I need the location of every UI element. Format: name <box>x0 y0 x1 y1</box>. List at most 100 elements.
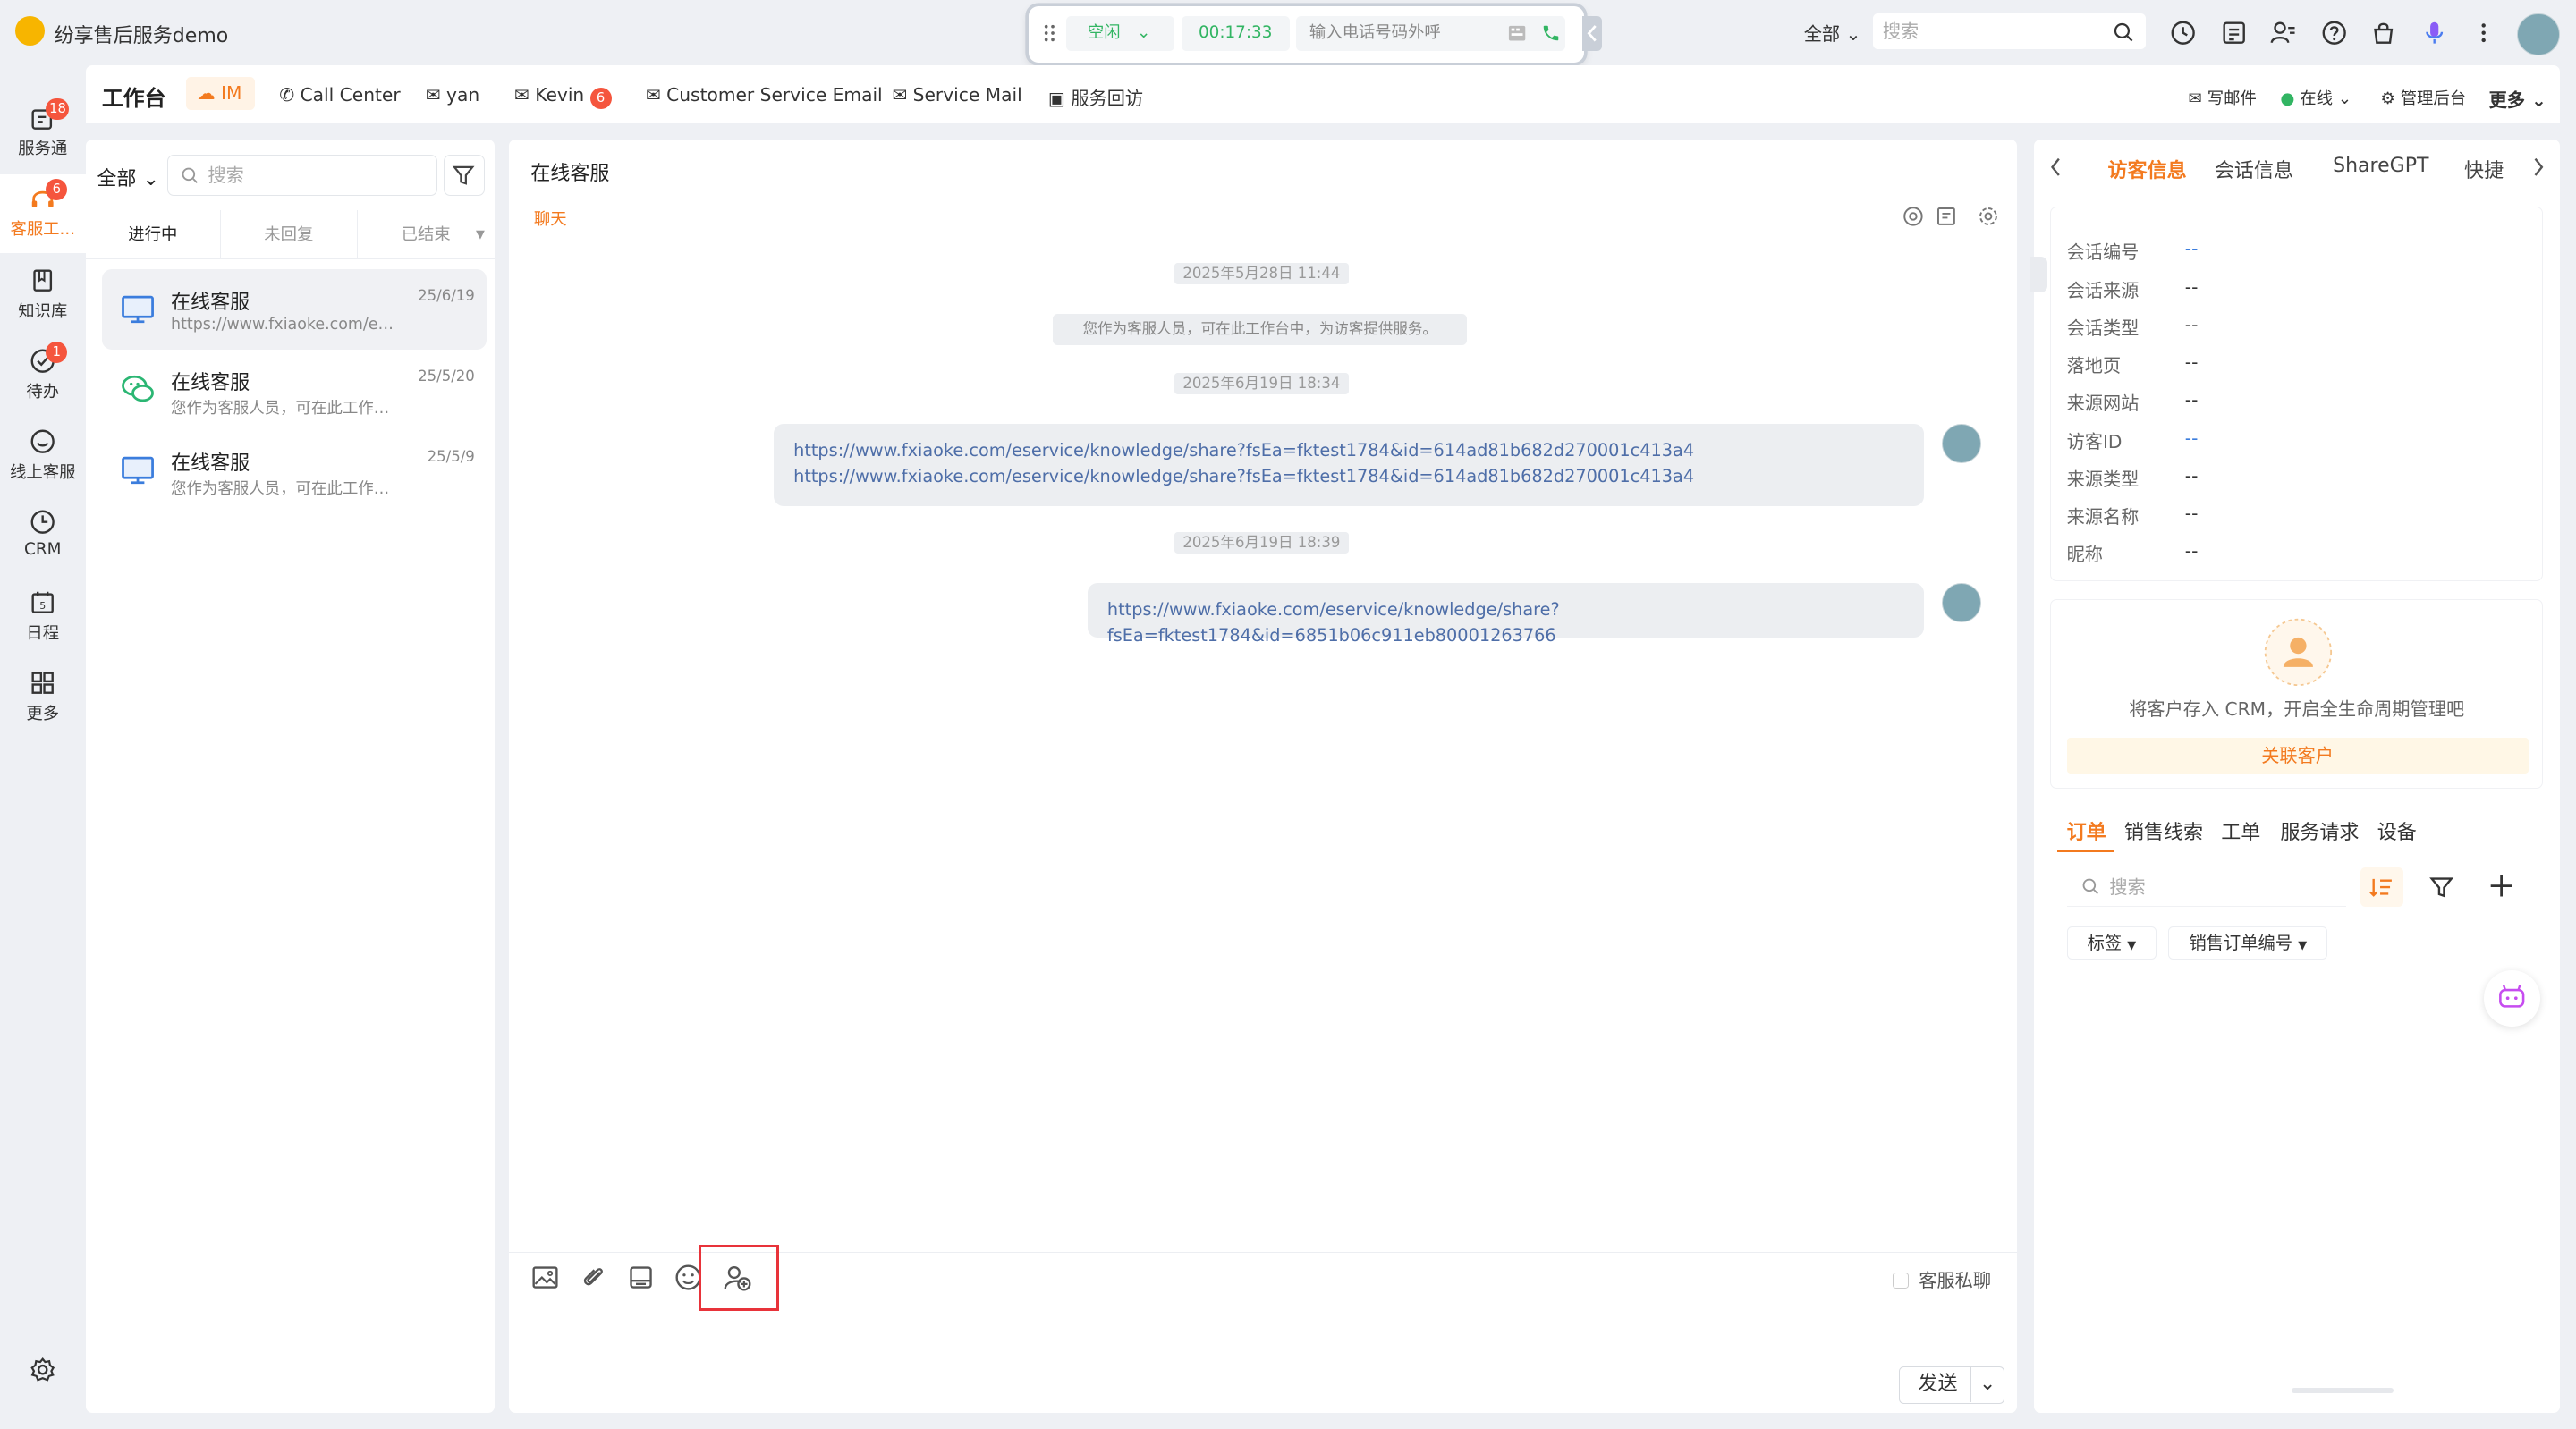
sidebar-item-online-service[interactable]: 线上客服 <box>0 428 86 483</box>
conversation-item[interactable]: 在线客服 25/6/19 https://www.fxiaoke.com/ese… <box>101 269 487 351</box>
scrollbar[interactable] <box>2292 1388 2394 1393</box>
smile-face-icon[interactable] <box>1902 206 1924 227</box>
message-link[interactable]: https://www.fxiaoke.com/eservice/knowled… <box>793 437 1904 463</box>
tab-sharegpt[interactable]: ShareGPT <box>2333 155 2428 177</box>
collapse-handle[interactable] <box>2030 256 2047 292</box>
chevron-down-icon: ⌄ <box>2531 89 2546 111</box>
active-tab-indicator <box>2056 849 2114 853</box>
checkbox-box[interactable] <box>1892 1272 1910 1289</box>
add-plus-icon[interactable] <box>2487 872 2515 900</box>
settings-gear-icon[interactable] <box>1978 206 1999 227</box>
tab-im[interactable]: ☁ IM <box>185 77 255 111</box>
user-avatar[interactable] <box>2516 13 2560 56</box>
drag-handle-icon[interactable] <box>1043 23 1056 43</box>
chevron-down-icon: ⌄ <box>1845 23 1861 46</box>
chevron-left-icon[interactable] <box>2047 156 2063 179</box>
tab-chat[interactable]: 聊天 <box>534 207 567 230</box>
global-search-input[interactable]: 搜索 <box>1872 13 2146 50</box>
message-link[interactable]: https://www.fxiaoke.com/eservice/knowled… <box>793 463 1904 489</box>
chat-bubble-icon <box>0 428 86 454</box>
message-link[interactable]: https://www.fxiaoke.com/eservice/knowled… <box>1107 596 1904 649</box>
chevron-down-icon: ⌄ <box>2337 89 2352 108</box>
conversation-item[interactable]: 在线客服 25/5/9 您作为客服人员，可在此工作台中，为访客提供服务。 <box>102 430 487 511</box>
filter-icon[interactable] <box>2428 874 2454 900</box>
message-bubble[interactable]: https://www.fxiaoke.com/eservice/knowled… <box>774 423 1924 506</box>
microphone-icon[interactable] <box>2421 20 2447 46</box>
report-icon[interactable] <box>2221 20 2247 46</box>
crm-clock-icon <box>0 509 86 535</box>
settings-gear-icon[interactable] <box>30 1357 55 1382</box>
sidebar-item-knowledge[interactable]: 知识库 <box>0 267 86 322</box>
tab-quick[interactable]: 快捷 <box>2464 155 2504 183</box>
shopping-bag-icon[interactable] <box>2370 20 2396 46</box>
tag-filter-chip[interactable]: 标签 ▼ <box>2066 926 2157 960</box>
admin-console-button[interactable]: ⚙ 管理后台 <box>2380 86 2466 109</box>
contacts-icon[interactable] <box>2270 20 2296 46</box>
tab-service-revisit[interactable]: ▣ 服务回访 <box>1048 84 1143 110</box>
quick-reply-icon[interactable] <box>626 1263 656 1292</box>
tab-orders[interactable]: 订单 <box>2067 816 2106 845</box>
link-customer-button[interactable]: 关联客户 <box>2066 737 2529 774</box>
sales-order-number-chip[interactable]: 销售订单编号 ▼ <box>2168 926 2328 960</box>
send-options-chevron-icon[interactable]: ⌄ <box>1970 1367 2004 1402</box>
call-status-select[interactable]: 空闲 ⌄ <box>1066 16 1175 51</box>
phone-call-icon[interactable] <box>1541 23 1561 43</box>
conversation-preview: https://www.fxiaoke.com/eservice/knowled… <box>171 315 401 334</box>
segment-ended[interactable]: 已结束 ▼ <box>356 210 495 260</box>
tab-visitor-info[interactable]: 访客信息 <box>2107 155 2186 183</box>
search-icon <box>2081 877 2099 895</box>
caret-down-icon: ▼ <box>2298 938 2308 952</box>
order-search-input[interactable]: 搜索 <box>2066 867 2346 907</box>
tab-service-requests[interactable]: 服务请求 <box>2280 816 2359 845</box>
field-label: 访客ID <box>2066 430 2123 452</box>
sidebar-item-more[interactable]: 更多 <box>0 670 86 724</box>
tab-session-info[interactable]: 会话信息 <box>2215 155 2293 183</box>
conversation-item[interactable]: 在线客服 25/5/20 您作为客服人员，可在此工作台中，为访客提供服务。 <box>102 350 487 430</box>
conversation-name: 在线客服 <box>171 291 250 314</box>
app-logo-icon <box>14 16 45 47</box>
sidebar-item-calendar[interactable]: 5 日程 <box>0 589 86 644</box>
help-icon[interactable] <box>2321 20 2347 46</box>
tab-devices[interactable]: 设备 <box>2377 816 2417 845</box>
search-icon[interactable] <box>2113 21 2134 43</box>
more-vertical-icon[interactable] <box>2470 20 2496 46</box>
chevron-down-icon: ⌄ <box>1136 23 1151 43</box>
sort-button[interactable] <box>2360 867 2404 907</box>
tab-sales-leads[interactable]: 销售线索 <box>2124 816 2203 845</box>
conversation-search-input[interactable]: 搜索 <box>167 154 437 196</box>
more-menu[interactable]: 更多 ⌄ <box>2489 86 2546 112</box>
tab-service-mail[interactable]: ✉ Service Mail <box>892 84 1021 106</box>
ai-assistant-button[interactable] <box>2484 970 2540 1027</box>
keypad-icon[interactable] <box>1508 25 1526 41</box>
attachment-icon[interactable] <box>579 1263 608 1292</box>
sidebar-item-service[interactable]: 服务通 18 <box>0 98 86 160</box>
field-value: -- <box>2184 351 2199 374</box>
conversation-name: 在线客服 <box>171 452 250 475</box>
segment-in-progress[interactable]: 进行中 <box>85 210 221 260</box>
tab-yan[interactable]: ✉ yan <box>426 84 479 106</box>
tab-customer-service-email[interactable]: ✉ Customer Service Email <box>646 84 883 106</box>
online-status-select[interactable]: ● 在线 ⌄ <box>2280 86 2351 109</box>
mail-icon: ✉ <box>645 83 661 106</box>
note-icon[interactable] <box>1936 206 1957 227</box>
field-label: 会话来源 <box>2066 279 2140 301</box>
history-clock-icon[interactable] <box>2170 20 2196 46</box>
tab-call-center[interactable]: ✆ Call Center <box>279 84 400 106</box>
sidebar-item-crm[interactable]: CRM <box>0 509 86 559</box>
field-label: 来源名称 <box>2066 506 2140 528</box>
image-upload-icon[interactable] <box>530 1263 560 1292</box>
sidebar-item-cs-workbench[interactable]: 客服工... 6 <box>0 179 86 241</box>
sidebar-item-todo[interactable]: 待办 1 <box>0 342 86 402</box>
private-chat-checkbox[interactable]: 客服私聊 <box>1892 1266 1991 1292</box>
chevron-right-icon[interactable] <box>2530 156 2546 179</box>
tab-kevin[interactable]: ✉ Kevin 6 <box>514 84 612 110</box>
filter-button[interactable] <box>443 154 485 196</box>
write-mail-button[interactable]: ✉ 写邮件 <box>2188 86 2256 109</box>
list-scope-select[interactable]: 全部 ⌄ <box>97 163 159 191</box>
tab-work-orders[interactable]: 工单 <box>2221 816 2260 845</box>
segment-unreplied[interactable]: 未回复 <box>220 210 357 260</box>
call-collapse-button[interactable] <box>1581 16 1602 51</box>
message-bubble[interactable]: https://www.fxiaoke.com/eservice/knowled… <box>1087 583 1924 646</box>
send-button[interactable]: 发送 ⌄ <box>1899 1366 2004 1405</box>
global-scope-select[interactable]: 全部 ⌄ <box>1804 20 1861 46</box>
